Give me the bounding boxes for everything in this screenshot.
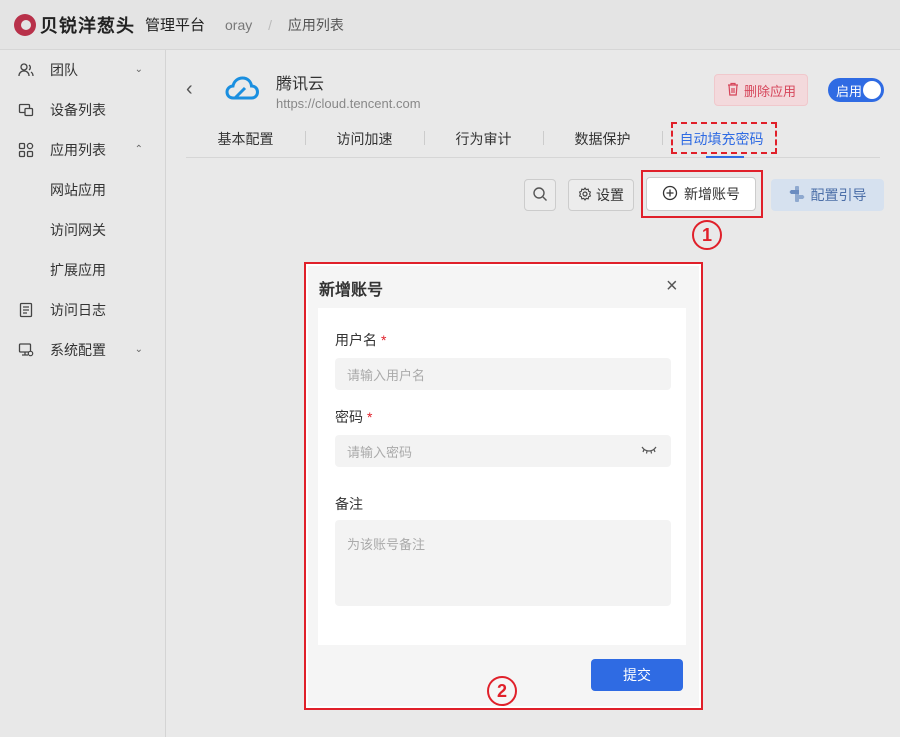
settings-label: 设置	[596, 187, 624, 203]
chevron-down-icon: ⌄	[134, 344, 143, 355]
platform-title: 管理平台	[145, 17, 206, 34]
breadcrumb-current: 应用列表	[287, 16, 344, 33]
enable-toggle[interactable]: 启用	[828, 78, 884, 102]
username-input[interactable]: 请输入用户名	[335, 358, 671, 390]
sidebar-item-label: 网站应用	[50, 182, 106, 198]
sidebar-item-system-config[interactable]: 系统配置 ⌄	[0, 330, 165, 370]
trash-icon	[726, 82, 740, 99]
system-config-icon	[18, 342, 34, 358]
tab-behavior-audit[interactable]: 行为审计	[424, 129, 543, 149]
sidebar-item-label: 应用列表	[50, 142, 106, 158]
apps-icon	[18, 142, 34, 158]
back-arrow-icon[interactable]: ‹	[186, 78, 193, 101]
chevron-down-icon: ⌄	[134, 64, 143, 75]
sidebar-item-extension-apps[interactable]: 扩展应用	[0, 250, 165, 290]
tencent-cloud-logo-icon	[224, 72, 260, 108]
dialog-form: 用户名 * 请输入用户名 密码 * 请输入密码 备注 为该账号备注	[318, 308, 686, 645]
required-mark: *	[367, 409, 373, 425]
brand-logo-icon	[14, 13, 36, 36]
close-icon[interactable]: ×	[666, 275, 678, 298]
devices-icon	[18, 102, 34, 118]
guide-icon	[789, 185, 805, 206]
sidebar-item-label: 访问网关	[50, 222, 106, 238]
username-placeholder: 请输入用户名	[347, 367, 426, 383]
gear-icon	[578, 186, 592, 204]
tab-data-protection[interactable]: 数据保护	[543, 129, 662, 149]
eye-closed-icon[interactable]	[641, 445, 657, 458]
sidebar: 团队 ⌄ 设备列表 应用列表 ⌃ 网站应用 访问网关 扩展应用 访问日志 系统配…	[0, 50, 166, 737]
sidebar-item-label: 访问日志	[50, 302, 106, 318]
top-header: 贝锐洋葱头 管理平台 oray / 应用列表	[0, 0, 900, 50]
chevron-up-icon: ⌃	[134, 144, 143, 155]
add-account-button[interactable]: 新增账号	[646, 177, 756, 211]
delete-app-button[interactable]: 删除应用	[714, 74, 808, 106]
search-button[interactable]	[524, 179, 556, 211]
active-tab-underline	[706, 156, 744, 158]
brand-logo[interactable]: 贝锐洋葱头	[14, 12, 135, 38]
dialog-title: 新增账号	[319, 282, 384, 299]
sidebar-item-access-log[interactable]: 访问日志	[0, 290, 165, 330]
toggle-knob	[863, 81, 881, 99]
step-marker-1: 1	[692, 220, 722, 250]
password-placeholder: 请输入密码	[347, 444, 413, 460]
submit-button[interactable]: 提交	[591, 659, 683, 691]
password-input[interactable]: 请输入密码	[335, 435, 671, 467]
sidebar-item-label: 团队	[50, 62, 78, 78]
password-label: 密码 *	[335, 409, 373, 425]
sidebar-item-gateway[interactable]: 访问网关	[0, 210, 165, 250]
sidebar-item-apps[interactable]: 应用列表 ⌃	[0, 130, 165, 170]
required-mark: *	[381, 332, 387, 348]
sidebar-item-devices[interactable]: 设备列表	[0, 90, 165, 130]
note-textarea[interactable]: 为该账号备注	[335, 520, 671, 606]
breadcrumb-separator: /	[268, 16, 273, 33]
username-label: 用户名 *	[335, 332, 387, 348]
active-tab-highlight	[671, 122, 777, 154]
tab-access-acceleration[interactable]: 访问加速	[305, 129, 424, 149]
app-name: 腾讯云	[276, 76, 325, 93]
add-account-dialog: 新增账号 × 用户名 * 请输入用户名 密码 * 请输入密码 备注 为该账号备注 提…	[308, 266, 699, 706]
note-label: 备注	[335, 496, 363, 512]
breadcrumb-org[interactable]: oray	[225, 17, 252, 33]
breadcrumb: oray / 应用列表	[225, 15, 344, 35]
tab-basic-config[interactable]: 基本配置	[186, 129, 305, 149]
config-guide-label: 配置引导	[810, 187, 867, 203]
sidebar-item-web-apps[interactable]: 网站应用	[0, 170, 165, 210]
sidebar-item-label: 设备列表	[50, 102, 106, 118]
step-marker-2: 2	[487, 676, 517, 706]
brand-name: 贝锐洋葱头	[40, 15, 135, 36]
team-icon	[18, 62, 34, 78]
settings-button[interactable]: 设置	[568, 179, 634, 211]
add-account-label: 新增账号	[684, 186, 740, 202]
app-url: https://cloud.tencent.com	[276, 96, 421, 111]
config-guide-button[interactable]: 配置引导	[771, 179, 884, 211]
sidebar-item-label: 系统配置	[50, 342, 106, 358]
note-placeholder: 为该账号备注	[347, 537, 426, 552]
delete-app-label: 删除应用	[743, 83, 796, 99]
enable-toggle-label: 启用	[836, 83, 863, 99]
sidebar-item-label: 扩展应用	[50, 262, 106, 278]
sidebar-item-team[interactable]: 团队 ⌄	[0, 50, 165, 90]
log-icon	[18, 302, 34, 318]
search-icon	[532, 186, 548, 205]
plus-circle-icon	[662, 185, 678, 204]
